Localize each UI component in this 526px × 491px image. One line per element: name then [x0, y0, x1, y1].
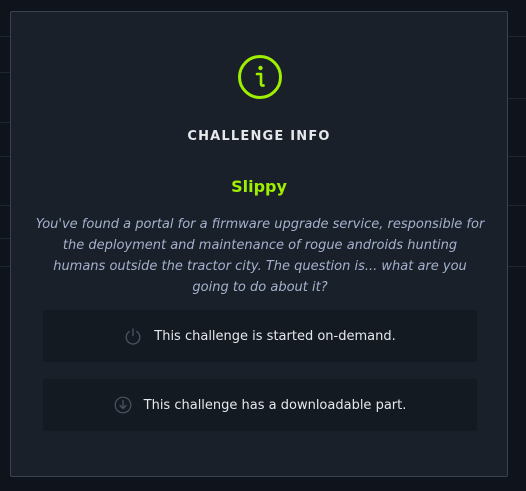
download-icon	[114, 396, 132, 414]
background-divider	[506, 36, 526, 37]
on-demand-feature: This challenge is started on-demand.	[43, 310, 477, 362]
power-icon	[125, 328, 141, 345]
background-divider	[506, 266, 526, 267]
background-divider	[506, 205, 526, 206]
background-divider	[506, 98, 526, 99]
info-circle-icon	[238, 55, 282, 99]
challenge-name: Slippy	[231, 177, 287, 196]
challenge-description: You've found a portal for a firmware upg…	[35, 217, 485, 295]
modal-title: CHALLENGE INFO	[187, 129, 331, 144]
feature-label: This challenge has a downloadable part.	[143, 397, 407, 413]
downloadable-feature: This challenge has a downloadable part.	[43, 379, 477, 431]
feature-label: This challenge is started on-demand.	[154, 328, 396, 344]
challenge-info-modal: CHALLENGE INFO Slippy You've found a por…	[10, 11, 508, 477]
background-divider	[506, 156, 526, 157]
